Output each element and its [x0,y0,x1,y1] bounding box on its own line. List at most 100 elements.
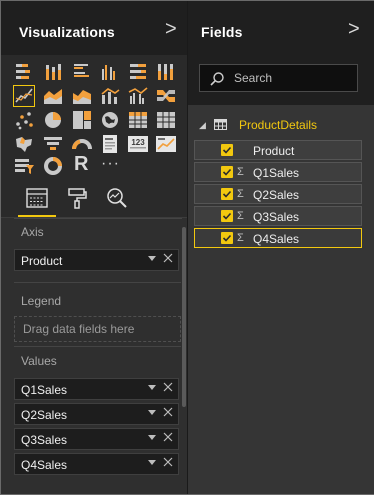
section-divider [14,346,182,347]
collapse-fields-chevron-icon[interactable]: > [348,19,360,39]
scatter-chart-icon[interactable] [13,109,35,131]
field-row-q3sales[interactable]: Σ Q3Sales [194,206,362,226]
checkmark-icon [222,146,232,154]
axis-well-product[interactable]: Product [14,249,179,271]
app-frame: Visualizations > 123 R ··· Axis Product … [0,0,374,495]
field-name: Q2Sales [253,188,300,202]
visualizations-title: Visualizations [19,24,115,40]
line-chart-icon[interactable] [13,85,35,107]
chevron-down-icon[interactable] [148,433,156,441]
field-name: Q3Sales [253,210,300,224]
chevron-down-icon[interactable] [148,254,156,262]
checkbox-checked[interactable] [221,188,233,200]
visualizations-pane: Visualizations > 123 R ··· Axis Product … [1,1,187,494]
field-name: Q4Sales [253,232,300,246]
donut-chart-icon[interactable] [42,155,64,177]
table-name: ProductDetails [239,118,318,132]
pie-chart-icon[interactable] [42,109,64,131]
checkbox-checked[interactable] [221,144,233,156]
sigma-icon: Σ [237,232,244,244]
clustered-column-icon[interactable] [99,61,121,83]
map-icon[interactable] [99,109,121,131]
collapse-visualizations-chevron-icon[interactable]: > [165,19,177,39]
svg-text:123: 123 [131,138,145,147]
sigma-icon: Σ [237,188,244,200]
slicer-icon[interactable] [13,155,35,177]
gauge-icon[interactable] [71,133,93,155]
search-icon [210,72,224,86]
values-well-q1sales[interactable]: Q1Sales [14,378,179,400]
visualizations-scrollbar-thumb[interactable] [182,227,186,407]
checkbox-checked[interactable] [221,232,233,244]
drop-zone-placeholder: Drag data fields here [23,322,135,336]
stacked-area-icon[interactable] [71,85,93,107]
table-node-productdetails[interactable]: ◢ ProductDetails [188,114,374,136]
legend-drop-zone[interactable]: Drag data fields here [14,316,181,342]
section-divider [14,218,182,219]
stacked-column-icon[interactable] [42,61,64,83]
values-well-q4sales[interactable]: Q4Sales [14,453,179,475]
funnel-icon[interactable] [42,133,64,155]
multi-row-card-icon[interactable]: 123 [127,133,149,155]
checkmark-icon [222,212,232,220]
collapse-triangle-icon[interactable]: ◢ [199,120,206,131]
checkbox-checked[interactable] [221,166,233,178]
remove-field-icon[interactable] [163,457,173,467]
values-well-q3sales[interactable]: Q3Sales [14,428,179,450]
fields-search-area [188,55,374,105]
remove-field-icon[interactable] [163,382,173,392]
fields-title: Fields [201,24,243,40]
section-divider [14,282,182,283]
treemap-icon[interactable] [71,109,93,131]
field-row-q2sales[interactable]: Σ Q2Sales [194,184,362,204]
format-paint-roller-icon[interactable] [64,185,90,211]
100-bar-icon[interactable] [127,61,149,83]
r-visual-icon[interactable]: R [74,153,88,175]
search-input[interactable] [234,70,344,86]
line-column-icon[interactable] [99,85,121,107]
axis-label: Axis [21,225,44,239]
chevron-down-icon[interactable] [148,408,156,416]
remove-field-icon[interactable] [163,432,173,442]
values-well-q2sales[interactable]: Q2Sales [14,403,179,425]
field-name: Q1Sales [253,166,300,180]
well-field-name: Product [21,254,63,268]
legend-label: Legend [21,294,62,308]
table-icon [214,119,227,130]
filled-map-icon[interactable] [13,133,35,155]
stacked-bar-icon[interactable] [13,61,35,83]
checkbox-checked[interactable] [221,210,233,222]
field-name: Product [253,144,295,158]
fields-tab-icon[interactable] [24,185,50,211]
chevron-down-icon[interactable] [148,383,156,391]
table-icon[interactable] [155,109,177,131]
well-field-name: Q1Sales [21,383,68,397]
chevron-down-icon[interactable] [148,458,156,466]
analytics-magnifier-icon[interactable] [104,185,130,211]
well-field-name: Q2Sales [21,408,68,422]
field-row-q4sales[interactable]: Σ Q4Sales [194,228,362,248]
well-field-name: Q3Sales [21,433,68,447]
remove-field-icon[interactable] [163,253,173,263]
visualizations-header: Visualizations > [1,1,187,55]
sigma-icon: Σ [237,210,244,222]
sigma-icon: Σ [237,166,244,178]
ribbon-chart-icon[interactable] [155,85,177,107]
more-visuals-icon[interactable]: ··· [101,155,120,173]
checkmark-icon [222,168,232,176]
field-row-q1sales[interactable]: Σ Q1Sales [194,162,362,182]
area-chart-icon[interactable] [42,85,64,107]
100-column-icon[interactable] [155,61,177,83]
clustered-bar-icon[interactable] [71,61,93,83]
remove-field-icon[interactable] [163,407,173,417]
checkmark-icon [222,190,232,198]
line-clustered-column-icon[interactable] [127,85,149,107]
visual-type-gallery: 123 R ··· [1,55,187,179]
field-row-product[interactable]: Product [194,140,362,160]
search-box[interactable] [199,64,358,92]
card-icon[interactable] [99,133,121,155]
active-tab-indicator [18,215,56,217]
fields-pane: Fields > ◢ ProductDetails [187,1,374,494]
kpi-icon[interactable] [155,133,177,155]
matrix-icon[interactable] [127,109,149,131]
